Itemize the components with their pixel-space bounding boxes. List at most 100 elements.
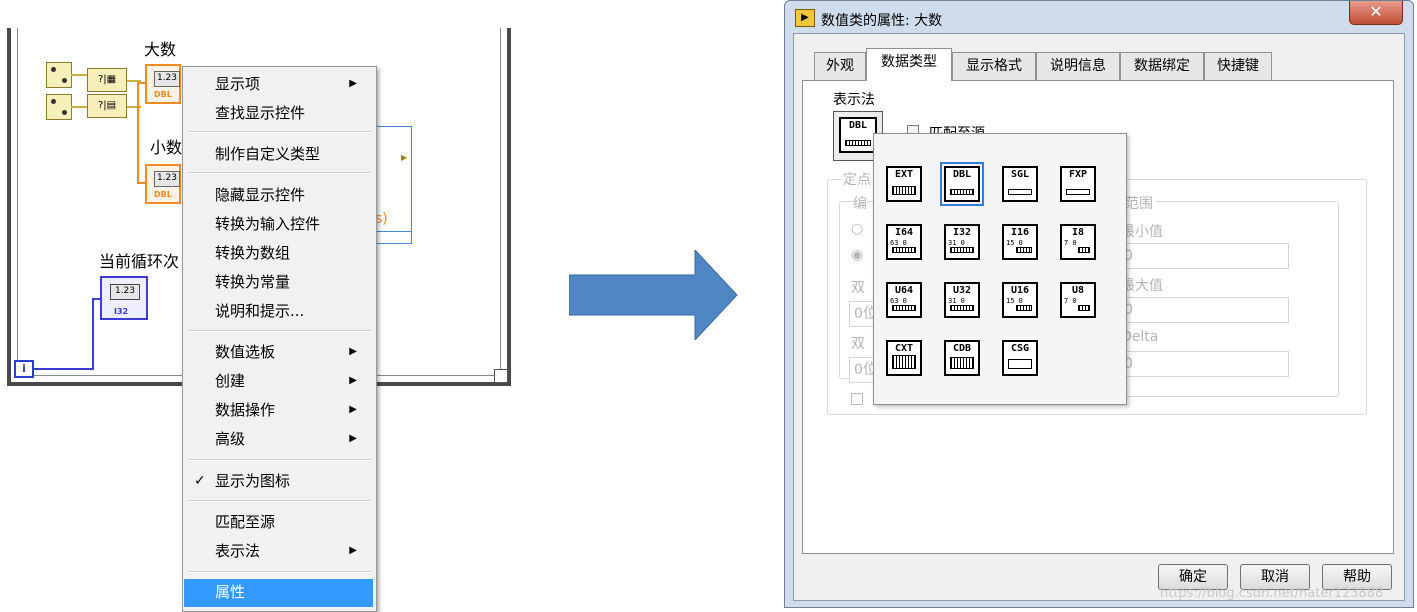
type-i64[interactable]: I64 63 0 — [886, 224, 922, 260]
indicator-value: 1.23 — [154, 71, 180, 87]
double-label-2: 双 — [851, 336, 865, 352]
type-u64[interactable]: U64 63 0 — [886, 282, 922, 318]
tab-shortcuts[interactable]: 快捷键 — [1204, 52, 1272, 80]
menu-item-change-to-constant[interactable]: 转换为常量 — [184, 269, 373, 295]
max-field: 0 — [1119, 297, 1289, 323]
menu-item-data-operations[interactable]: 数据操作 ▶ — [184, 397, 373, 423]
tab-documentation[interactable]: 说明信息 — [1036, 52, 1120, 80]
random-number-node-2[interactable] — [46, 94, 72, 120]
dbl-tag: DBL — [154, 190, 172, 199]
disabled-checkbox — [851, 393, 863, 405]
wire — [71, 74, 87, 76]
tab-display-format[interactable]: 显示格式 — [952, 52, 1036, 80]
close-button[interactable]: ✕ — [1349, 1, 1403, 25]
menu-item-properties[interactable]: 属性 — [184, 579, 373, 607]
label-big-number: 大数 — [144, 40, 177, 59]
menu-item-change-to-array[interactable]: 转换为数组 — [184, 240, 373, 266]
cluster-node[interactable]: ▶ s) — [374, 126, 412, 244]
min-label: 最小值 — [1121, 224, 1163, 240]
random-number-node-1[interactable] — [46, 62, 72, 88]
type-ext[interactable]: EXT — [886, 166, 922, 202]
submenu-arrow-icon: ▶ — [349, 404, 357, 415]
type-i8[interactable]: I8 7 0 — [1060, 224, 1096, 260]
type-i16[interactable]: I16 15 0 — [1002, 224, 1038, 260]
wire — [34, 368, 94, 370]
indicator-small-number[interactable]: 1.23 DBL — [145, 164, 181, 204]
menu-item-display-items[interactable]: 显示项 ▶ — [184, 71, 373, 97]
label-small-number: 小数 — [150, 138, 183, 157]
menu-item-description-tip[interactable]: 说明和提示... — [184, 298, 373, 324]
menu-separator — [188, 330, 371, 332]
radio-2: ◉ — [851, 247, 864, 263]
wire — [71, 106, 87, 108]
labview-app-icon: ▶ — [795, 9, 815, 27]
menu-separator — [188, 459, 371, 461]
type-u16[interactable]: U16 15 0 — [1002, 282, 1038, 318]
menu-separator — [188, 131, 371, 133]
representation-label: 表示法 — [833, 92, 875, 108]
indicator-iteration[interactable]: 1.23 I32 — [100, 276, 148, 320]
block-diagram: ?|▦ ?|▤ 大数 1.23 DBL 小数 1.23 DBL 当前循环次 1.… — [0, 0, 520, 612]
menu-item-find-indicator[interactable]: 查找显示控件 — [184, 100, 373, 126]
menu-item-match-source[interactable]: 匹配至源 — [184, 509, 373, 535]
check-icon: ✓ — [194, 473, 206, 489]
arrow-right-icon — [569, 250, 738, 340]
double-label-1: 双 — [851, 280, 865, 296]
menu-item-advanced[interactable]: 高级 ▶ — [184, 426, 373, 452]
menu-item-create[interactable]: 创建 ▶ — [184, 368, 373, 394]
dbl-type-icon: DBL — [839, 117, 877, 153]
menu-separator — [188, 571, 371, 573]
type-u32[interactable]: U32 31 0 — [944, 282, 980, 318]
submenu-arrow-icon: ▶ — [349, 78, 357, 89]
type-cdb[interactable]: CDB — [944, 340, 980, 376]
tab-data-binding[interactable]: 数据绑定 — [1120, 52, 1204, 80]
submenu-arrow-icon: ▶ — [349, 433, 357, 444]
wire — [137, 82, 139, 182]
type-i32[interactable]: I32 31 0 — [944, 224, 980, 260]
tab-data-type[interactable]: 数据类型 — [866, 48, 952, 81]
label-iteration: 当前循环次 — [99, 252, 180, 271]
indicator-value: 1.23 — [154, 171, 180, 187]
chevron-right-icon: ▶ — [401, 153, 408, 162]
properties-dialog: ▶ 数值类的属性: 大数 ✕ 外观 数据类型 显示格式 说明信息 数据绑定 快捷… — [784, 0, 1414, 608]
indicator-value: 1.23 — [110, 284, 140, 300]
menu-item-representation[interactable]: 表示法 ▶ — [184, 538, 373, 564]
dialog-client-area: 外观 数据类型 显示格式 说明信息 数据绑定 快捷键 表示法 DBL 匹配至源 … — [793, 33, 1405, 601]
type-cxt[interactable]: CXT — [886, 340, 922, 376]
delta-field: 0 — [1119, 351, 1289, 377]
iteration-terminal[interactable]: i — [14, 360, 34, 378]
dialog-title: 数值类的属性: 大数 — [821, 13, 943, 29]
max-label: 最大值 — [1121, 278, 1163, 294]
menu-separator — [188, 500, 371, 502]
compare-node-1[interactable]: ?|▦ — [87, 68, 127, 92]
type-fxp[interactable]: FXP — [1060, 166, 1096, 202]
type-u8[interactable]: U8 7 0 — [1060, 282, 1096, 318]
menu-item-change-to-control[interactable]: 转换为输入控件 — [184, 211, 373, 237]
loop-corner-handle[interactable] — [494, 369, 508, 383]
submenu-arrow-icon: ▶ — [349, 545, 357, 556]
min-field: 0 — [1119, 243, 1289, 269]
watermark: https://blog.csdn.net/hater123888 — [1160, 586, 1384, 601]
wire — [92, 298, 102, 300]
wire — [92, 298, 94, 370]
encoding-label: 编 — [853, 193, 867, 213]
i32-tag: I32 — [114, 307, 129, 316]
type-sgl[interactable]: SGL — [1002, 166, 1038, 202]
fixed-point-label: 定点 — [841, 169, 873, 189]
context-menu: 显示项 ▶ 查找显示控件 制作自定义类型 隐藏显示控件 转换为输入控件 转换为数组… — [182, 66, 377, 612]
menu-item-view-as-icon[interactable]: ✓ 显示为图标 — [184, 468, 373, 494]
submenu-arrow-icon: ▶ — [349, 375, 357, 386]
menu-item-make-typedef[interactable]: 制作自定义类型 — [184, 141, 373, 167]
representation-palette: EXT DBL SGL FXP I64 63 0 I32 31 0 I16 15 0… — [873, 133, 1127, 405]
submenu-arrow-icon: ▶ — [349, 346, 357, 357]
tab-appearance[interactable]: 外观 — [814, 52, 866, 80]
range-label: 范围 — [1123, 193, 1155, 213]
compare-node-2[interactable]: ?|▤ — [87, 94, 127, 118]
cluster-divider — [375, 231, 411, 232]
dbl-tag: DBL — [154, 90, 172, 99]
menu-item-numeric-palette[interactable]: 数值选板 ▶ — [184, 339, 373, 365]
type-dbl[interactable]: DBL — [940, 162, 984, 206]
menu-item-hide-indicator[interactable]: 隐藏显示控件 — [184, 182, 373, 208]
indicator-big-number[interactable]: 1.23 DBL — [145, 64, 181, 104]
type-csg[interactable]: CSG — [1002, 340, 1038, 376]
